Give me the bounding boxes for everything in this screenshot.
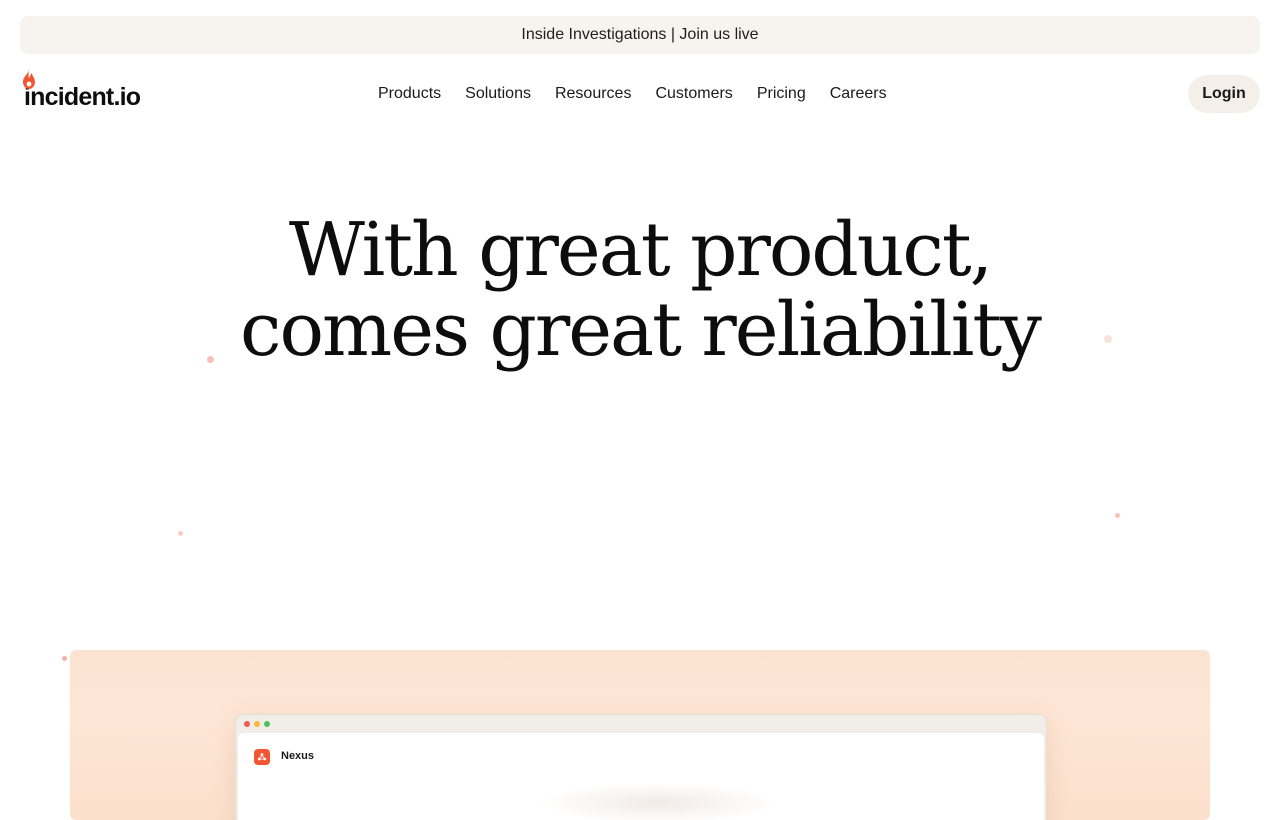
nav-item-products[interactable]: Products <box>366 82 453 106</box>
top-navigation: incident.io Products Solutions Resources… <box>0 69 1280 118</box>
app-window-content: Nexus <box>238 733 1044 820</box>
login-button[interactable]: Login <box>1188 75 1260 113</box>
hero-section: With great product, comes great reliabil… <box>0 210 1280 370</box>
flame-icon <box>23 69 35 89</box>
decorative-dot <box>178 531 183 536</box>
decorative-dot <box>1115 513 1120 518</box>
nexus-app-icon <box>254 749 270 765</box>
decorative-dot <box>62 656 67 661</box>
nav-item-customers[interactable]: Customers <box>643 82 744 106</box>
close-dot-icon <box>244 721 250 727</box>
loading-glow <box>538 783 778 820</box>
hero-title: With great product, comes great reliabil… <box>0 210 1280 370</box>
hero-title-line-1: With great product, <box>288 207 993 293</box>
minimize-dot-icon <box>254 721 260 727</box>
product-showcase: Nexus <box>70 650 1210 820</box>
app-name: Nexus <box>281 750 315 762</box>
decorative-dot <box>207 356 214 363</box>
announcement-banner-text: Inside Investigations | Join us live <box>521 26 759 43</box>
app-window-mockup: Nexus <box>235 714 1047 820</box>
nav-item-solutions[interactable]: Solutions <box>453 82 543 106</box>
primary-nav: Products Solutions Resources Customers P… <box>366 82 899 106</box>
nav-item-pricing[interactable]: Pricing <box>745 82 818 106</box>
logo-wordmark: incident.io <box>24 83 141 111</box>
window-controls <box>244 721 270 727</box>
nodes-icon <box>257 753 267 761</box>
hero-title-line-2: comes great reliability <box>240 287 1042 373</box>
nav-item-careers[interactable]: Careers <box>818 82 899 106</box>
announcement-banner[interactable]: Inside Investigations | Join us live <box>20 16 1260 54</box>
nav-item-resources[interactable]: Resources <box>543 82 643 106</box>
decorative-dot <box>1104 335 1112 343</box>
maximize-dot-icon <box>264 721 270 727</box>
incident-io-logo[interactable]: incident.io <box>20 69 141 111</box>
